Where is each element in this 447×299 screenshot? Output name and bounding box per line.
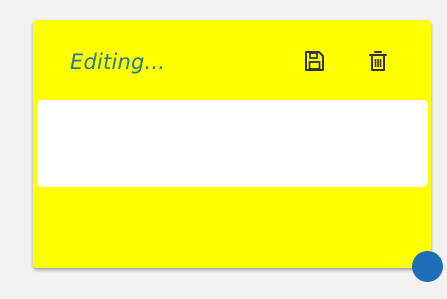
trash-icon (369, 51, 387, 71)
canvas: Editing... (0, 0, 447, 299)
save-button[interactable] (301, 48, 327, 74)
sticky-note[interactable]: Editing... (33, 20, 431, 268)
note-header: Editing... (33, 20, 431, 100)
floppy-disk-icon (305, 51, 324, 71)
editing-status-label: Editing... (70, 50, 166, 74)
resize-handle[interactable] (412, 251, 443, 282)
delete-button[interactable] (365, 48, 391, 74)
note-text-input[interactable] (37, 100, 428, 187)
